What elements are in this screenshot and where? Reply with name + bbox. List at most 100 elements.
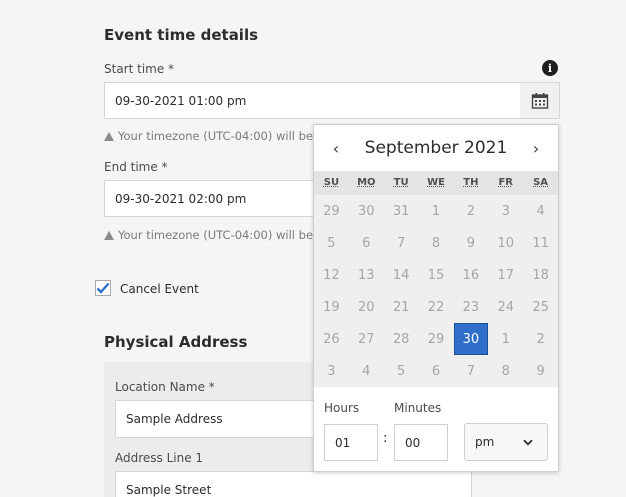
calendar-day[interactable]: 8 <box>488 355 523 387</box>
calendar-day[interactable]: 28 <box>384 323 419 355</box>
calendar-week-row: 19 20 21 22 23 24 25 <box>314 291 558 323</box>
calendar-day[interactable]: 30 <box>349 195 384 227</box>
calendar-day[interactable]: 20 <box>349 291 384 323</box>
hours-label: Hours <box>324 401 360 415</box>
calendar-day[interactable]: 29 <box>314 195 349 227</box>
calendar-day[interactable]: 9 <box>523 355 558 387</box>
calendar-day[interactable]: 9 <box>453 227 488 259</box>
calendar-day[interactable]: 10 <box>488 227 523 259</box>
calendar-day[interactable]: 21 <box>384 291 419 323</box>
calendar-day-number: 4 <box>536 203 545 219</box>
calendar-day[interactable]: 24 <box>488 291 523 323</box>
calendar-day-number: 27 <box>358 331 375 347</box>
start-time-input[interactable]: 09-30-2021 01:00 pm <box>104 82 521 119</box>
calendar-day[interactable]: 2 <box>453 195 488 227</box>
calendar-button[interactable] <box>520 82 560 119</box>
calendar-day-number: 4 <box>362 363 371 379</box>
calendar-day[interactable]: 1 <box>488 323 523 355</box>
calendar-day[interactable]: 25 <box>523 291 558 323</box>
calendar-day[interactable]: 6 <box>419 355 454 387</box>
calendar-day[interactable]: 11 <box>523 227 558 259</box>
calendar-day-selected[interactable]: 30 <box>453 323 488 355</box>
calendar-day-number: 16 <box>462 267 480 283</box>
calendar-day[interactable]: 18 <box>523 259 558 291</box>
calendar-day[interactable]: 15 <box>419 259 454 291</box>
minutes-value: 00 <box>405 435 421 450</box>
calendar-day-number: 3 <box>501 203 510 219</box>
calendar-day-number: 13 <box>358 267 375 283</box>
calendar-week-row: 5 6 7 8 9 10 11 <box>314 227 558 259</box>
calendar-day[interactable]: 29 <box>419 323 454 355</box>
calendar-day[interactable]: 7 <box>384 227 419 259</box>
calendar-day-number: 29 <box>323 203 340 219</box>
calendar-day[interactable]: 13 <box>349 259 384 291</box>
calendar-day[interactable]: 27 <box>349 323 384 355</box>
cancel-event-checkbox[interactable] <box>95 280 111 296</box>
calendar-day-number: 7 <box>466 363 475 379</box>
calendar-day-number: 29 <box>427 331 445 347</box>
calendar-day[interactable]: 2 <box>523 323 558 355</box>
weekday-label: TH <box>463 177 479 188</box>
ampm-select[interactable]: pm <box>464 423 548 461</box>
calendar-day[interactable]: 22 <box>419 291 454 323</box>
end-time-value: 09-30-2021 02:00 pm <box>115 191 247 206</box>
calendar-day-number: 9 <box>536 363 545 379</box>
start-time-value: 09-30-2021 01:00 pm <box>115 93 247 108</box>
calendar-day-number: 20 <box>358 299 375 315</box>
calendar-day[interactable]: 31 <box>384 195 419 227</box>
calendar-day[interactable]: 16 <box>453 259 488 291</box>
weekday-label: SU <box>323 177 340 188</box>
calendar-day-number: 12 <box>323 267 340 283</box>
calendar-day-number: 30 <box>358 203 375 219</box>
address-line1-input[interactable]: Sample Street <box>115 471 472 497</box>
month-title: September 2021 <box>364 138 508 158</box>
calendar-day-number: 30 <box>453 323 488 355</box>
calendar-day[interactable]: 7 <box>453 355 488 387</box>
calendar-day-number: 3 <box>327 363 336 379</box>
calendar-day-number: 15 <box>427 267 445 283</box>
start-timezone-hint: Your timezone (UTC-04:00) will be us <box>104 129 330 143</box>
info-icon[interactable]: i <box>542 60 558 76</box>
chevron-down-icon <box>523 439 533 445</box>
calendar-day-number: 6 <box>362 235 371 251</box>
prev-month-button[interactable]: ‹ <box>328 139 344 158</box>
hours-input[interactable]: 01 <box>324 424 378 461</box>
calendar-day-number: 6 <box>431 363 441 379</box>
calendar-day-number: 1 <box>431 203 441 219</box>
calendar-day-number: 17 <box>497 267 514 283</box>
calendar-day-number: 1 <box>501 331 510 347</box>
calendar-day-number: 2 <box>536 331 545 347</box>
calendar-day[interactable]: 19 <box>314 291 349 323</box>
calendar-day[interactable]: 4 <box>523 195 558 227</box>
calendar-day[interactable]: 1 <box>419 195 454 227</box>
calendar-day-number: 10 <box>497 235 514 251</box>
calendar-day[interactable]: 3 <box>488 195 523 227</box>
minutes-label: Minutes <box>394 401 442 415</box>
calendar-day-number: 21 <box>392 299 410 315</box>
calendar-day[interactable]: 8 <box>419 227 454 259</box>
calendar-day[interactable]: 4 <box>349 355 384 387</box>
calendar-day[interactable]: 5 <box>314 227 349 259</box>
minutes-input[interactable]: 00 <box>394 424 448 461</box>
calendar-day[interactable]: 12 <box>314 259 349 291</box>
calendar-day[interactable]: 17 <box>488 259 523 291</box>
calendar-day[interactable]: 6 <box>349 227 384 259</box>
weekday-label: SA <box>533 177 549 188</box>
end-time-label: End time * <box>104 160 168 174</box>
calendar-day-number: 28 <box>392 331 410 347</box>
calendar-day[interactable]: 26 <box>314 323 349 355</box>
calendar-day[interactable]: 14 <box>384 259 419 291</box>
next-month-button[interactable]: › <box>528 139 544 158</box>
calendar-day[interactable]: 23 <box>453 291 488 323</box>
calendar-day[interactable]: 5 <box>384 355 419 387</box>
calendar-day-number: 19 <box>323 299 340 315</box>
calendar-weeks: 29 30 31 1 2 3 4 5 6 7 8 9 10 11 12 13 14 15 16 17 18 19 20 21 2… <box>314 195 558 387</box>
calendar-day[interactable]: 3 <box>314 355 349 387</box>
weekday-header-row: SU MO TU WE TH FR SA <box>314 171 558 195</box>
calendar-day-number: 8 <box>501 363 510 379</box>
warning-icon <box>104 231 114 240</box>
warning-icon <box>104 132 114 141</box>
start-time-label: Start time * <box>104 62 175 76</box>
time-selector: Hours Minutes 01 : 00 pm <box>314 387 558 473</box>
calendar-day-number: 25 <box>532 299 549 315</box>
